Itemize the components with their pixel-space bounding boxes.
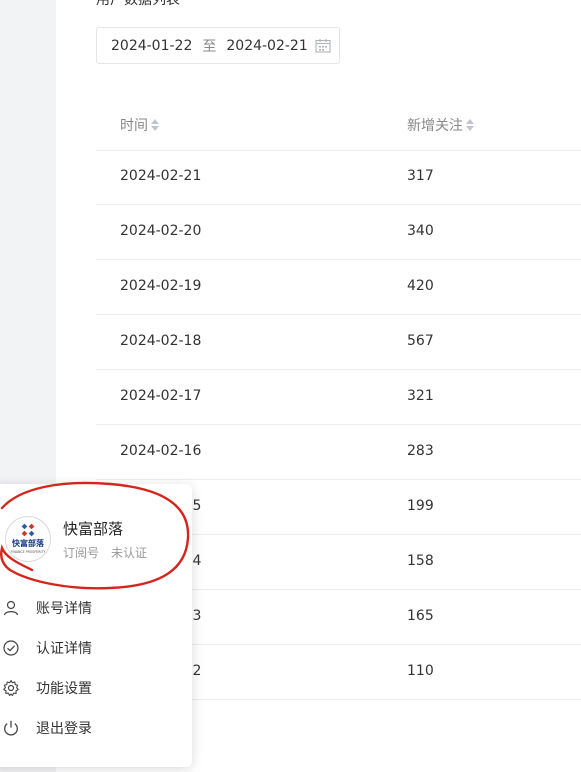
sort-icon[interactable] (151, 119, 159, 131)
user-icon (3, 600, 19, 616)
cell-date: 2024-02-20 (120, 223, 202, 239)
cell-new-follows: 199 (407, 498, 434, 514)
date-range-picker[interactable]: 2024-01-22 至 2024-02-21 (96, 27, 340, 64)
cell-date: 2024-02-21 (120, 168, 202, 184)
table-header: 时间 新增关注 (96, 102, 581, 151)
svg-text:FINANCE PROSPERITY: FINANCE PROSPERITY (11, 550, 46, 554)
column-header-new-follows[interactable]: 新增关注 (407, 115, 474, 135)
menu-item-verification-details[interactable]: 认证详情 (2, 637, 92, 659)
cell-date: 2024-02-19 (120, 278, 202, 294)
cell-new-follows: 158 (407, 553, 434, 569)
column-header-time[interactable]: 时间 (120, 115, 159, 135)
cell-new-follows: 567 (407, 333, 434, 349)
cell-new-follows: 165 (407, 608, 434, 624)
cell-new-follows: 317 (407, 168, 434, 184)
cell-new-follows: 283 (407, 443, 434, 459)
cell-date: 2024-02-18 (120, 333, 202, 349)
table-row: 2024-02-18 567 (96, 315, 581, 370)
table-row: 2024-02-17 321 (96, 370, 581, 425)
svg-text:快富部落: 快富部落 (12, 538, 45, 548)
start-date[interactable]: 2024-01-22 (111, 38, 192, 54)
verification-status: 未认证 (111, 546, 148, 560)
end-date[interactable]: 2024-02-21 (226, 38, 307, 54)
cell-date: 2024-02-17 (120, 388, 202, 404)
cell-new-follows: 340 (407, 223, 434, 239)
menu-item-account-details[interactable]: 账号详情 (2, 597, 92, 619)
gear-icon (3, 679, 19, 697)
cell-date: 2024-02-16 (120, 443, 202, 459)
account-type: 订阅号 (63, 546, 100, 560)
menu-item-settings[interactable]: 功能设置 (2, 677, 92, 699)
power-icon (4, 720, 18, 736)
section-title: 用户数据列表 (96, 0, 180, 8)
table-row: 2024-02-21 317 (96, 150, 581, 205)
cell-new-follows: 110 (407, 663, 434, 679)
table-row: 2024-02-19 420 (96, 260, 581, 315)
account-menu-popup: 快富部落 FINANCE PROSPERITY 快富部落 订阅号 未认证 账号详… (0, 484, 192, 767)
account-logo: 快富部落 FINANCE PROSPERITY (5, 516, 51, 562)
cell-new-follows: 420 (407, 278, 434, 294)
range-separator: 至 (202, 38, 217, 55)
calendar-icon[interactable] (315, 38, 331, 53)
account-name: 快富部落 (63, 520, 124, 538)
menu-item-logout[interactable]: 退出登录 (2, 717, 92, 739)
account-meta: 订阅号 未认证 (63, 544, 147, 561)
table-row: 2024-02-20 340 (96, 205, 581, 260)
table-row: 2024-02-16 283 (96, 425, 581, 480)
sort-icon[interactable] (466, 119, 474, 131)
cell-new-follows: 321 (407, 388, 434, 404)
check-circle-icon (3, 640, 19, 656)
